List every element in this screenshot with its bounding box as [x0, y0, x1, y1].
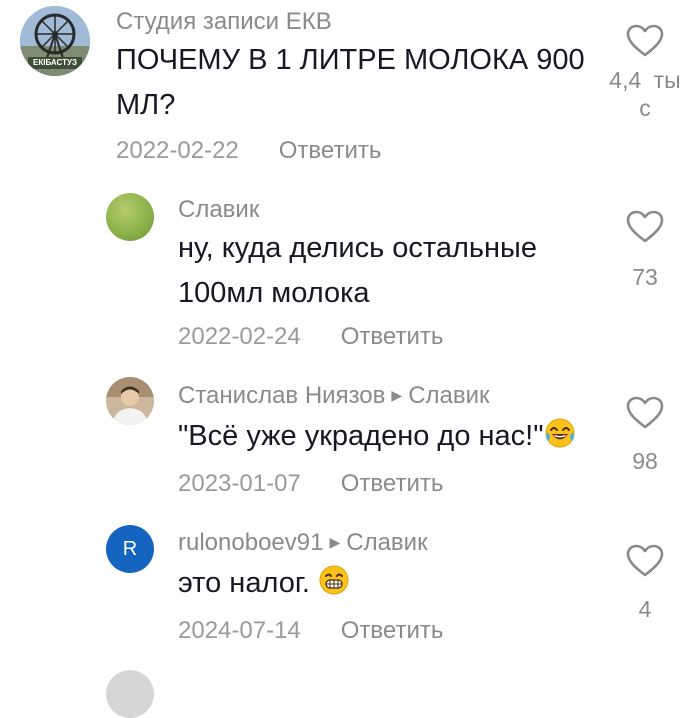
reply-arrow-icon: ▶ [391, 387, 403, 403]
reply-button[interactable]: Ответить [341, 617, 444, 644]
like-button[interactable]: 73 [615, 210, 675, 290]
comment-text-line: МЛ? [116, 89, 176, 121]
comment-date: 2022-02-22 [116, 137, 239, 164]
like-button[interactable]: 4,4 ты с [609, 24, 681, 116]
comment-text-line: "Всё уже украдено до нас!" [178, 420, 544, 452]
comment-text: ну, куда делись остальные 100мл молока [178, 226, 608, 316]
comment-text: "Всё уже украдено до нас!" [178, 414, 618, 459]
like-button[interactable]: 98 [615, 396, 675, 474]
avatar[interactable]: R [106, 525, 154, 573]
comment-meta: 2024-07-14 Ответить [178, 617, 443, 645]
person-photo-icon [106, 377, 154, 425]
comment-text: ПОЧЕМУ В 1 ЛИТРЕ МОЛОКА 900 МЛ? [116, 38, 616, 128]
avatar-logo-text: ЕКІБАСТУЗ [33, 58, 77, 67]
comment-text-line: ПОЧЕМУ В 1 ЛИТРЕ МОЛОКА 900 [116, 44, 585, 76]
comment-text-line: 100мл молока [178, 277, 370, 309]
avatar[interactable] [106, 377, 154, 425]
avatar[interactable]: ЕКІБАСТУЗ [20, 6, 90, 76]
reply-to-name[interactable]: Славик [346, 529, 427, 556]
heart-outline-icon [626, 544, 664, 577]
heart-outline-icon [626, 396, 664, 429]
comment-meta: 2023-01-07 Ответить [178, 470, 443, 498]
comment-author[interactable]: Студия записи ЕКВ [116, 8, 332, 36]
comment-date: 2023-01-07 [178, 470, 301, 497]
reply-arrow-icon: ▶ [329, 534, 341, 550]
avatar-letter: R [122, 538, 138, 560]
author-name[interactable]: rulonoboev91 [178, 529, 323, 556]
avatar[interactable] [106, 670, 154, 718]
comment-text: это налог. [178, 561, 578, 606]
comment-author: Станислав Ниязов ▶ Славик [178, 382, 490, 410]
reply-button[interactable]: Ответить [341, 470, 444, 497]
author-name[interactable]: Станислав Ниязов [178, 382, 385, 409]
avatar[interactable] [106, 193, 154, 241]
laughing-tears-emoji [545, 418, 575, 448]
like-count: 73 [632, 264, 658, 290]
comment-text-line: ну, куда делись остальные [178, 232, 537, 264]
comment-author: rulonoboev91 ▶ Славик [178, 529, 428, 557]
reply-button[interactable]: Ответить [279, 137, 382, 164]
comment-author[interactable]: Славик [178, 196, 259, 224]
comment-meta: 2022-02-22 Ответить [116, 137, 381, 165]
grinning-emoji [319, 565, 349, 595]
like-button[interactable]: 4 [615, 544, 675, 622]
like-count: 98 [632, 448, 658, 474]
comment-text-line: это налог. [178, 567, 310, 599]
reply-to-name[interactable]: Славик [408, 382, 489, 409]
like-count: 4 [638, 596, 652, 622]
like-count: 4,4 ты с [609, 67, 681, 116]
comment-meta: 2022-02-24 Ответить [178, 323, 443, 351]
comment-date: 2022-02-24 [178, 323, 301, 350]
reply-button[interactable]: Ответить [341, 323, 444, 350]
heart-outline-icon [626, 24, 664, 57]
comment-date: 2024-07-14 [178, 617, 301, 644]
heart-outline-icon [626, 210, 664, 243]
